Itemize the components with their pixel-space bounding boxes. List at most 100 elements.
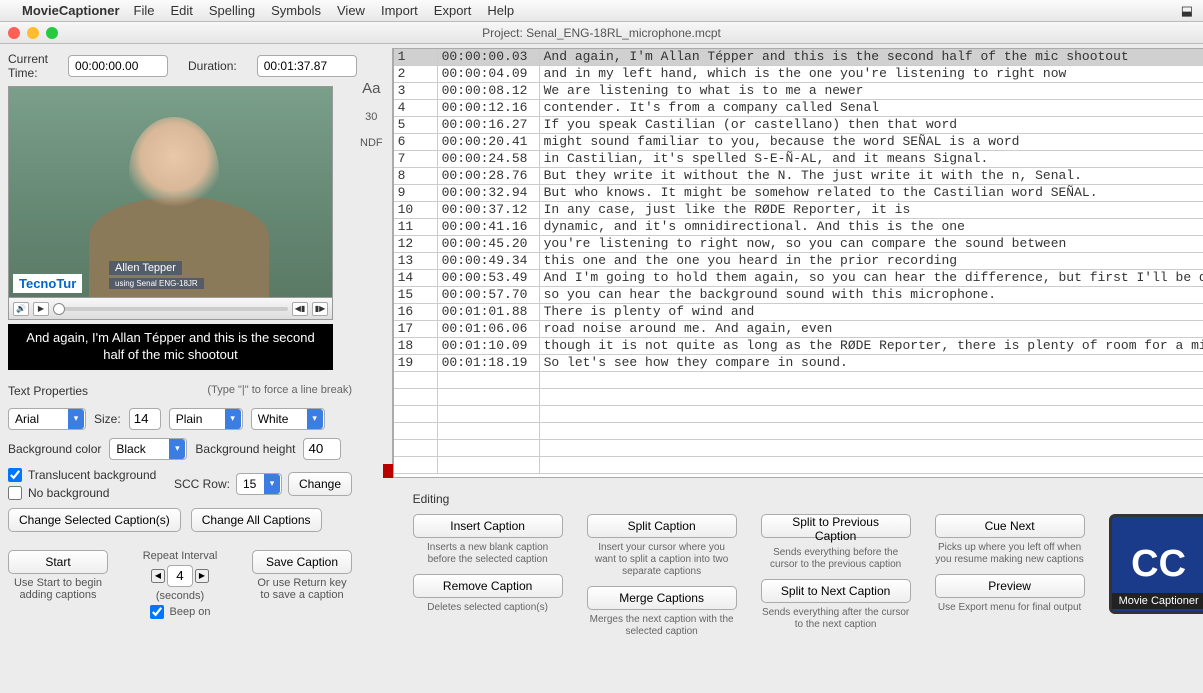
menu-import[interactable]: Import <box>381 3 418 18</box>
caption-row[interactable]: 1600:01:01.88There is plenty of wind and <box>394 304 1203 321</box>
caption-row-timecode[interactable]: 00:01:06.06 <box>438 321 540 337</box>
playhead-marker[interactable] <box>383 464 393 478</box>
nobg-checkbox[interactable] <box>8 486 22 500</box>
caption-row-timecode[interactable]: 00:01:01.88 <box>438 304 540 320</box>
duration-field[interactable] <box>257 55 357 77</box>
insert-caption-button[interactable]: Insert Caption <box>413 514 563 538</box>
caption-row[interactable]: 1400:00:53.49And I'm going to hold them … <box>394 270 1203 287</box>
caption-row-timecode[interactable]: 00:00:32.94 <box>438 185 540 201</box>
close-icon[interactable] <box>8 27 20 39</box>
repeat-value-field[interactable] <box>167 565 193 587</box>
step-fwd-icon[interactable]: ▮▶ <box>312 302 328 316</box>
caption-row[interactable]: 600:00:20.41might sound familiar to you,… <box>394 134 1203 151</box>
caption-row[interactable]: 100:00:00.03And again, I'm Allan Tépper … <box>394 49 1203 66</box>
caption-row-text[interactable]: road noise around me. And again, even <box>540 321 1203 337</box>
caption-row-text[interactable]: In any case, just like the RØDE Reporter… <box>540 202 1203 218</box>
caption-row-text[interactable]: So let's see how they compare in sound. <box>540 355 1203 371</box>
caption-row[interactable]: 200:00:04.09and in my left hand, which i… <box>394 66 1203 83</box>
caption-row-text[interactable]: contender. It's from a company called Se… <box>540 100 1203 116</box>
caption-row[interactable]: 1800:01:10.09though it is not quite as l… <box>394 338 1203 355</box>
dropbox-icon[interactable]: ⬓ <box>1181 3 1193 19</box>
caption-row-timecode[interactable]: 00:00:45.20 <box>438 236 540 252</box>
split-prev-button[interactable]: Split to Previous Caption <box>761 514 911 538</box>
caption-row-timecode[interactable]: 00:01:18.19 <box>438 355 540 371</box>
style-select[interactable]: Plain <box>169 408 243 430</box>
caption-grid[interactable]: 100:00:00.03And again, I'm Allan Tépper … <box>393 48 1203 478</box>
caption-row-timecode[interactable]: 00:01:10.09 <box>438 338 540 354</box>
caption-row[interactable]: 700:00:24.58in Castilian, it's spelled S… <box>394 151 1203 168</box>
caption-row-text[interactable]: this one and the one you heard in the pr… <box>540 253 1203 269</box>
caption-row-text[interactable]: But they write it without the N. The jus… <box>540 168 1203 184</box>
caption-row[interactable]: 1200:00:45.20you're listening to right n… <box>394 236 1203 253</box>
merge-captions-button[interactable]: Merge Captions <box>587 586 737 610</box>
repeat-increment-button[interactable]: ▶ <box>195 569 209 583</box>
start-button[interactable]: Start <box>8 550 108 574</box>
sccrow-select[interactable]: 15 <box>236 473 282 495</box>
preview-button[interactable]: Preview <box>935 574 1085 598</box>
caption-row-text[interactable]: If you speak Castilian (or castellano) t… <box>540 117 1203 133</box>
change-all-button[interactable]: Change All Captions <box>191 508 322 532</box>
caption-row[interactable]: 800:00:28.76But they write it without th… <box>394 168 1203 185</box>
caption-row-text[interactable]: in Castilian, it's spelled S-E-Ñ-AL, and… <box>540 151 1203 167</box>
minimize-icon[interactable] <box>27 27 39 39</box>
size-field[interactable] <box>129 408 161 430</box>
change-selected-button[interactable]: Change Selected Caption(s) <box>8 508 181 532</box>
caption-row-text[interactable]: though it is not quite as long as the RØ… <box>540 338 1203 354</box>
caption-row-text[interactable]: And I'm going to hold them again, so you… <box>540 270 1203 286</box>
menu-export[interactable]: Export <box>434 3 472 18</box>
caption-row[interactable]: 1100:00:41.16dynamic, and it's omnidirec… <box>394 219 1203 236</box>
caption-row-text[interactable]: We are listening to what is to me a newe… <box>540 83 1203 99</box>
caption-row-timecode[interactable]: 00:00:37.12 <box>438 202 540 218</box>
caption-row-timecode[interactable]: 00:00:53.49 <box>438 270 540 286</box>
play-icon[interactable]: ▶ <box>33 302 49 316</box>
save-caption-button[interactable]: Save Caption <box>252 550 352 574</box>
caption-row-text[interactable]: you're listening to right now, so you ca… <box>540 236 1203 252</box>
caption-row-text[interactable]: dynamic, and it's omnidirectional. And t… <box>540 219 1203 235</box>
beep-checkbox[interactable] <box>150 605 164 619</box>
zoom-icon[interactable] <box>46 27 58 39</box>
bgheight-field[interactable] <box>303 438 341 460</box>
caption-row-timecode[interactable]: 00:00:04.09 <box>438 66 540 82</box>
caption-row-timecode[interactable]: 00:00:24.58 <box>438 151 540 167</box>
caption-row[interactable]: 300:00:08.12We are listening to what is … <box>394 83 1203 100</box>
menu-edit[interactable]: Edit <box>170 3 192 18</box>
menu-symbols[interactable]: Symbols <box>271 3 321 18</box>
remove-caption-button[interactable]: Remove Caption <box>413 574 563 598</box>
translucent-checkbox[interactable] <box>8 468 22 482</box>
caption-row[interactable]: 400:00:12.16contender. It's from a compa… <box>394 100 1203 117</box>
caption-row[interactable]: 1700:01:06.06road noise around me. And a… <box>394 321 1203 338</box>
current-time-field[interactable] <box>68 55 168 77</box>
cue-next-button[interactable]: Cue Next <box>935 514 1085 538</box>
menu-file[interactable]: File <box>134 3 155 18</box>
caption-row[interactable]: 1900:01:18.19So let's see how they compa… <box>394 355 1203 372</box>
caption-row-timecode[interactable]: 00:00:12.16 <box>438 100 540 116</box>
caption-row-text[interactable]: and in my left hand, which is the one yo… <box>540 66 1203 82</box>
caption-row-timecode[interactable]: 00:00:57.70 <box>438 287 540 303</box>
scrub-slider[interactable] <box>53 307 288 311</box>
caption-row-text[interactable]: might sound familiar to you, because the… <box>540 134 1203 150</box>
caption-row-timecode[interactable]: 00:00:08.12 <box>438 83 540 99</box>
menu-help[interactable]: Help <box>487 3 514 18</box>
video-preview[interactable]: Allen Tepper using Senal ENG-18JR TecnoT… <box>8 86 333 298</box>
caption-row-text[interactable]: so you can hear the background sound wit… <box>540 287 1203 303</box>
caption-row-timecode[interactable]: 00:00:28.76 <box>438 168 540 184</box>
caption-row-timecode[interactable]: 00:00:49.34 <box>438 253 540 269</box>
caption-row[interactable]: 1000:00:37.12In any case, just like the … <box>394 202 1203 219</box>
caption-row[interactable]: 500:00:16.27If you speak Castilian (or c… <box>394 117 1203 134</box>
sccrow-change-button[interactable]: Change <box>288 472 352 496</box>
bgcolor-select[interactable]: Black <box>109 438 187 460</box>
caption-row-timecode[interactable]: 00:00:16.27 <box>438 117 540 133</box>
caption-row-timecode[interactable]: 00:00:41.16 <box>438 219 540 235</box>
repeat-decrement-button[interactable]: ◀ <box>151 569 165 583</box>
caption-row-text[interactable]: And again, I'm Allan Tépper and this is … <box>540 49 1203 65</box>
caption-row-timecode[interactable]: 00:00:00.03 <box>438 49 540 65</box>
app-name[interactable]: MovieCaptioner <box>22 3 120 18</box>
split-next-button[interactable]: Split to Next Caption <box>761 579 911 603</box>
menu-view[interactable]: View <box>337 3 365 18</box>
mute-icon[interactable]: 🔊 <box>13 302 29 316</box>
step-back-icon[interactable]: ◀▮ <box>292 302 308 316</box>
caption-row-timecode[interactable]: 00:00:20.41 <box>438 134 540 150</box>
caption-row-text[interactable]: But who knows. It might be somehow relat… <box>540 185 1203 201</box>
text-color-select[interactable]: White <box>251 408 325 430</box>
split-caption-button[interactable]: Split Caption <box>587 514 737 538</box>
